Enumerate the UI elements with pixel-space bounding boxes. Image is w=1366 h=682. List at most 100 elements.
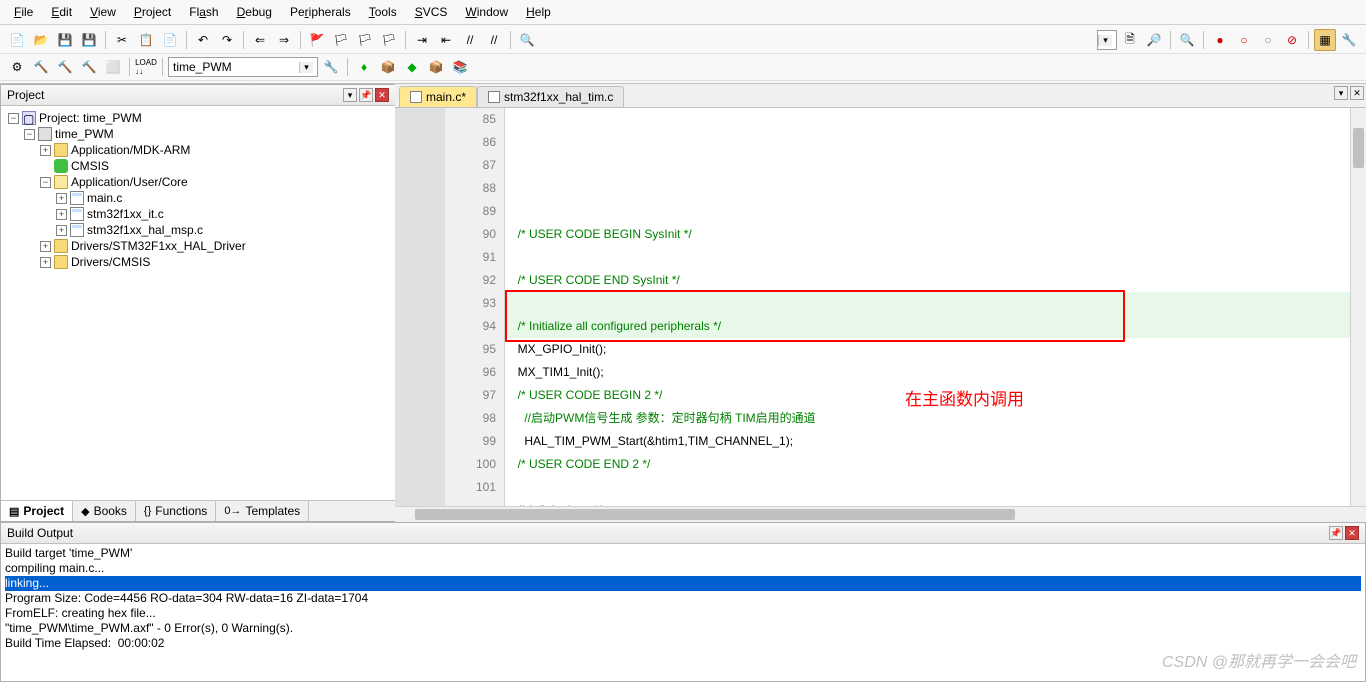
code-editor[interactable]: 858687888990919293949596979899100101 在主函… bbox=[395, 108, 1366, 506]
uncomment-icon[interactable]: // bbox=[483, 29, 505, 51]
breakpoint-kill-icon[interactable]: ⊘ bbox=[1281, 29, 1303, 51]
tree-file[interactable]: main.c bbox=[87, 191, 122, 205]
toolbar-row-2: ⚙ 🔨 🔨 🔨 ⬜ LOAD↓↓ time_PWM▾ 🔧 ♦ 📦 ◆ 📦 📚 bbox=[0, 54, 1366, 81]
debug-icon[interactable]: 🔍 bbox=[1176, 29, 1198, 51]
project-panel: Project ▾📌✕ −▢Project: time_PWM −time_PW… bbox=[0, 84, 395, 522]
outdent-icon[interactable]: ⇤ bbox=[435, 29, 457, 51]
cut-icon[interactable]: ✂ bbox=[111, 29, 133, 51]
tree-group[interactable]: Application/User/Core bbox=[71, 175, 188, 189]
expander-icon[interactable]: + bbox=[56, 225, 67, 236]
menu-project[interactable]: Project bbox=[126, 2, 179, 22]
menu-window[interactable]: Window bbox=[457, 2, 516, 22]
tab-project[interactable]: ▤ Project bbox=[1, 501, 73, 521]
horizontal-scrollbar[interactable] bbox=[395, 506, 1366, 522]
rebuild-icon[interactable]: 🔨 bbox=[54, 56, 76, 78]
stop-build-icon[interactable]: ⬜ bbox=[102, 56, 124, 78]
build-target-icon[interactable]: ⚙ bbox=[6, 56, 28, 78]
menu-file[interactable]: File bbox=[6, 2, 41, 22]
watermark-text: CSDN @那就再学一会会吧 bbox=[1162, 648, 1356, 672]
bookmark-clear-icon[interactable]: 🏳 bbox=[378, 29, 400, 51]
cfile-icon bbox=[70, 223, 84, 237]
breakpoint-disable-icon[interactable]: ○ bbox=[1257, 29, 1279, 51]
window-layout-icon[interactable]: ▦ bbox=[1314, 29, 1336, 51]
batch-build-icon[interactable]: 🔨 bbox=[78, 56, 100, 78]
target-combo[interactable]: time_PWM▾ bbox=[168, 57, 318, 77]
select-packs-icon[interactable]: 📦 bbox=[377, 56, 399, 78]
bookmark-icon[interactable]: 🚩 bbox=[306, 29, 328, 51]
tab-functions[interactable]: {} Functions bbox=[136, 501, 216, 521]
annotation-text: 在主函数内调用 bbox=[905, 388, 1024, 411]
editor-tab-main[interactable]: main.c* bbox=[399, 86, 477, 107]
project-tree[interactable]: −▢Project: time_PWM −time_PWM +Applicati… bbox=[1, 106, 395, 500]
books-icon[interactable]: 📚 bbox=[449, 56, 471, 78]
tab-books[interactable]: ◆ Books bbox=[73, 501, 136, 521]
indent-icon[interactable]: ⇥ bbox=[411, 29, 433, 51]
menu-peripherals[interactable]: Peripherals bbox=[282, 2, 359, 22]
folder-open-icon bbox=[54, 175, 68, 189]
expander-icon[interactable]: − bbox=[8, 113, 19, 124]
tree-file[interactable]: stm32f1xx_it.c bbox=[87, 207, 164, 221]
tree-file[interactable]: stm32f1xx_hal_msp.c bbox=[87, 223, 203, 237]
menu-help[interactable]: Help bbox=[518, 2, 559, 22]
editor-close-icon[interactable]: ✕ bbox=[1350, 86, 1364, 100]
expander-icon[interactable]: − bbox=[24, 129, 35, 140]
download-icon[interactable]: LOAD↓↓ bbox=[135, 56, 157, 78]
tree-project-root[interactable]: Project: time_PWM bbox=[39, 111, 142, 125]
tab-templates[interactable]: 0→ Templates bbox=[216, 501, 309, 521]
expander-icon[interactable]: + bbox=[40, 145, 51, 156]
panel-close-icon[interactable]: ✕ bbox=[375, 88, 389, 102]
manage-project-icon[interactable]: ♦ bbox=[353, 56, 375, 78]
tree-group[interactable]: CMSIS bbox=[71, 159, 109, 173]
expander-icon[interactable]: + bbox=[40, 257, 51, 268]
tree-group[interactable]: Drivers/CMSIS bbox=[71, 255, 150, 269]
copy-icon[interactable]: 📋 bbox=[135, 29, 157, 51]
editor-menu-icon[interactable]: ▾ bbox=[1334, 86, 1348, 100]
tree-target[interactable]: time_PWM bbox=[55, 127, 114, 141]
panel-close-icon[interactable]: ✕ bbox=[1345, 526, 1359, 540]
breakpoint-insert-icon[interactable]: ● bbox=[1209, 29, 1231, 51]
tree-group[interactable]: Drivers/STM32F1xx_HAL_Driver bbox=[71, 239, 246, 253]
comment-icon[interactable]: // bbox=[459, 29, 481, 51]
nav-back-icon[interactable]: ⇐ bbox=[249, 29, 271, 51]
menu-edit[interactable]: Edit bbox=[43, 2, 80, 22]
nav-fwd-icon[interactable]: ⇒ bbox=[273, 29, 295, 51]
build-icon[interactable]: 🔨 bbox=[30, 56, 52, 78]
code-content[interactable]: 在主函数内调用 /* USER CODE BEGIN SysInit */ /*… bbox=[505, 108, 1366, 506]
target-icon bbox=[38, 127, 52, 141]
green-icon bbox=[54, 159, 68, 173]
redo-icon[interactable]: ↷ bbox=[216, 29, 238, 51]
menu-svcs[interactable]: SVCS bbox=[407, 2, 456, 22]
expander-icon[interactable]: − bbox=[40, 177, 51, 188]
open-file-icon[interactable]: 📂 bbox=[30, 29, 52, 51]
target-options-icon[interactable]: 🔧 bbox=[320, 56, 342, 78]
panel-pin-icon[interactable]: 📌 bbox=[359, 88, 373, 102]
breakpoint-enable-icon[interactable]: ○ bbox=[1233, 29, 1255, 51]
panel-pin-icon[interactable]: 📌 bbox=[1329, 526, 1343, 540]
new-file-icon[interactable]: 📄 bbox=[6, 29, 28, 51]
undo-icon[interactable]: ↶ bbox=[192, 29, 214, 51]
tree-group[interactable]: Application/MDK-ARM bbox=[71, 143, 190, 157]
incremental-search-icon[interactable]: 🔎 bbox=[1143, 29, 1165, 51]
manage-rte-icon[interactable]: ◆ bbox=[401, 56, 423, 78]
bookmark-prev-icon[interactable]: 🏳 bbox=[330, 29, 352, 51]
expander-icon[interactable]: + bbox=[56, 193, 67, 204]
save-all-icon[interactable]: 💾 bbox=[78, 29, 100, 51]
output-body[interactable]: Build target 'time_PWM'compiling main.c.… bbox=[1, 544, 1365, 681]
expander-icon[interactable]: + bbox=[56, 209, 67, 220]
paste-icon[interactable]: 📄 bbox=[159, 29, 181, 51]
pack-installer-icon[interactable]: 📦 bbox=[425, 56, 447, 78]
menu-flash[interactable]: Flash bbox=[181, 2, 226, 22]
bookmark-next-icon[interactable]: 🏳 bbox=[354, 29, 376, 51]
panel-arrow-icon[interactable]: ▾ bbox=[343, 88, 357, 102]
menu-view[interactable]: View bbox=[82, 2, 124, 22]
expander-icon[interactable]: + bbox=[40, 241, 51, 252]
search-in-files-icon[interactable]: 🗎 bbox=[1119, 29, 1141, 51]
save-icon[interactable]: 💾 bbox=[54, 29, 76, 51]
breakpoint-margin[interactable] bbox=[395, 108, 445, 506]
configure-icon[interactable]: 🔧 bbox=[1338, 29, 1360, 51]
menu-tools[interactable]: Tools bbox=[361, 2, 405, 22]
search-combo[interactable]: ▾ bbox=[1097, 30, 1117, 50]
menu-debug[interactable]: Debug bbox=[229, 2, 280, 22]
editor-tab-hal-tim[interactable]: stm32f1xx_hal_tim.c bbox=[477, 86, 624, 107]
find-icon[interactable]: 🔍 bbox=[516, 29, 538, 51]
